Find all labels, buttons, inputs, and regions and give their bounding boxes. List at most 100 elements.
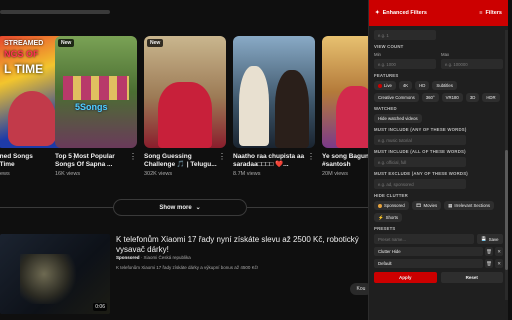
ad-title[interactable]: K telefonům Xiaomi 17 řady nyní získáte … <box>116 235 366 255</box>
panel-scrollbar[interactable] <box>505 30 508 300</box>
watched-label: WATCHED <box>374 106 397 111</box>
features-label: FEATURES <box>374 73 399 78</box>
top-input[interactable]: e.g. 1 <box>374 30 436 40</box>
clutter-chip-shorts[interactable]: ⚡ Shorts <box>374 213 403 222</box>
short-card-4[interactable]: Naatho raa chupista aa saradaa□□□□ ❤️... … <box>233 36 315 177</box>
features-chips: Live 4K HD Subtitles Creative Commons 36… <box>374 81 503 102</box>
apply-button[interactable]: Apply <box>374 272 437 283</box>
short-title-line: saradaa□□□□ ❤️... <box>233 161 289 168</box>
short-title-line: Songs Of Sapna ... <box>55 161 113 168</box>
max-views-input[interactable]: e.g. 100000 <box>441 59 503 69</box>
hide-watched-chip[interactable]: Hide watched videos <box>374 114 422 123</box>
feature-chip-live[interactable]: Live <box>374 81 396 90</box>
filters-toggle[interactable]: ≡ Filters <box>479 10 502 16</box>
short-figures <box>63 76 129 100</box>
more-options-icon[interactable]: ⋮ <box>218 153 226 161</box>
show-more-label: Show more <box>159 204 192 211</box>
presets-label: PRESETS <box>374 226 396 231</box>
feature-chip-hd[interactable]: HD <box>415 81 430 90</box>
save-label: Save <box>488 236 499 242</box>
grid-icon: ▦ <box>448 202 453 208</box>
enhanced-filters-panel: ✦ Enhanced Filters ≡ Filters e.g. 1 VIEW C… <box>368 0 508 320</box>
save-preset-button[interactable]: 💾 Save <box>477 234 503 244</box>
min-label: Min <box>374 52 381 57</box>
short-views: 8.7M views <box>233 171 261 177</box>
feature-chip-vr180[interactable]: VR180 <box>441 93 463 102</box>
scrollbar-thumb[interactable] <box>505 150 508 270</box>
ad-thumbnail[interactable]: 0:06 <box>0 234 110 314</box>
feature-chip-4k[interactable]: 4K <box>398 81 413 90</box>
clutter-chip-sponsored[interactable]: Sponsored <box>374 201 409 210</box>
feature-chip-hdr[interactable]: HDR <box>482 93 500 102</box>
short-overlay-text: L TIME <box>4 62 44 76</box>
short-views: 16K views <box>55 171 81 177</box>
trash-icon[interactable]: 🗑 <box>485 247 493 256</box>
include-any-input[interactable]: e.g. music tutorial <box>374 135 466 145</box>
feature-chip-creative-commons[interactable]: Creative Commons <box>374 93 419 102</box>
action-buttons: Apply Reset <box>374 272 503 283</box>
preset-item: Clutter Hide 🗑 ✕ <box>374 247 503 256</box>
sponsored-icon <box>378 203 382 208</box>
ad-duration: 0:06 <box>93 303 107 311</box>
preset-name-input[interactable]: Preset name... <box>374 234 474 244</box>
view-count-row: Min e.g. 1000 Max e.g. 100000 <box>374 52 503 69</box>
chip-label: Shorts <box>385 215 399 220</box>
short-card-3[interactable]: New Song Guessing Challenge 🎵 | Telugu...… <box>144 36 226 177</box>
ad-scene <box>20 254 80 304</box>
short-card-2[interactable]: New 5Songs Top 5 Most Popular Songs Of Sa… <box>55 36 137 177</box>
chip-label: Sponsored <box>384 203 405 208</box>
hide-clutter-label: HIDE CLUTTER <box>374 193 408 198</box>
more-options-icon[interactable]: ⋮ <box>307 153 315 161</box>
panel-body: e.g. 1 VIEW COUNT Min e.g. 1000 Max e.g. 1… <box>369 26 508 283</box>
include-all-input[interactable]: e.g. official, full <box>374 157 466 167</box>
live-dot-icon <box>378 83 382 88</box>
short-title-line: Top 5 Most Popular <box>55 153 115 160</box>
feature-chip-subtitles[interactable]: Subtitles <box>432 81 457 90</box>
top-strip <box>0 0 370 10</box>
short-overlay-text: 5Songs <box>75 102 108 112</box>
preset-item: Default 🗑 ✕ <box>374 259 503 268</box>
short-title-line: Challenge 🎵 | Telugu... <box>144 161 217 168</box>
panel-header: ✦ Enhanced Filters ≡ Filters <box>369 0 508 26</box>
sparkle-icon: ✦ <box>375 10 380 16</box>
preset-name[interactable]: Default <box>374 259 483 268</box>
trash-icon[interactable]: 🗑 <box>485 259 493 268</box>
ad-advertiser[interactable]: Xiaomi Česká republika <box>144 255 191 260</box>
short-badge: New <box>147 39 164 47</box>
close-icon[interactable]: ✕ <box>495 259 503 268</box>
preset-name[interactable]: Clutter Hide <box>374 247 483 256</box>
feature-chip-3d[interactable]: 3D <box>465 93 480 102</box>
short-title[interactable]: Song Guessing Challenge 🎵 | Telugu... <box>144 153 226 169</box>
short-thumbnail[interactable]: New <box>144 36 226 148</box>
short-overlay-text: NGS OF <box>4 49 39 59</box>
min-views-input[interactable]: e.g. 1000 <box>374 59 436 69</box>
panel-title-text: Enhanced Filters <box>382 10 427 16</box>
clutter-chip-irrelevant[interactable]: ▦ Irrelevant Sections <box>444 201 494 210</box>
feature-chip-360[interactable]: 360° <box>421 93 439 102</box>
include-all-label: MUST INCLUDE (ALL OF THESE WORDS) <box>374 149 466 154</box>
include-any-label: MUST INCLUDE (ANY OF THESE WORDS) <box>374 127 467 132</box>
ad-meta: Sponsored · Xiaomi Česká republika <box>116 255 191 260</box>
short-thumbnail[interactable]: New 5Songs <box>55 36 137 148</box>
reset-button[interactable]: Reset <box>440 272 503 283</box>
clutter-chips: Sponsored 🎞 Movies ▦ Irrelevant Sections ⚡… <box>374 201 503 222</box>
short-title-line: Naatho raa chupista aa <box>233 153 305 160</box>
short-figure <box>8 91 56 146</box>
exclude-input[interactable]: e.g. ad, sponsored <box>374 179 466 189</box>
watched-chips: Hide watched videos <box>374 114 503 123</box>
short-thumbnail[interactable] <box>233 36 315 148</box>
view-count-label: VIEW COUNT <box>374 44 404 49</box>
short-views: 302K views <box>144 171 173 177</box>
show-more-button[interactable]: Show more ⌄ <box>113 199 247 216</box>
short-title[interactable]: Naatho raa chupista aa saradaa□□□□ ❤️... <box>233 153 315 169</box>
short-figure <box>275 70 309 148</box>
preset-save-row: Preset name... 💾 Save <box>374 234 503 244</box>
more-options-icon[interactable]: ⋮ <box>129 153 137 161</box>
close-icon[interactable]: ✕ <box>495 247 503 256</box>
divider <box>247 207 368 208</box>
chip-label: Live <box>384 83 392 88</box>
clutter-chip-movies[interactable]: 🎞 Movies <box>411 201 442 210</box>
short-badge: New <box>58 39 75 47</box>
filter-icon: ≡ <box>479 10 483 16</box>
short-title[interactable]: Top 5 Most Popular Songs Of Sapna ... <box>55 153 137 169</box>
